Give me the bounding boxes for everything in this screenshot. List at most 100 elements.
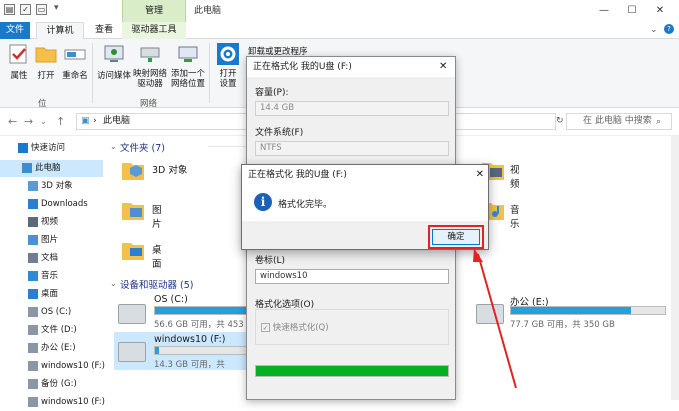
forward-icon[interactable]: →	[24, 115, 33, 128]
checkbox-icon: ✓	[261, 323, 270, 332]
sidebar-item[interactable]: Downloads	[0, 196, 103, 213]
document-icon	[28, 252, 38, 263]
app-icon: ▤	[4, 4, 15, 15]
back-icon[interactable]: ←	[8, 115, 17, 128]
rename-button[interactable]: 重命名	[57, 42, 93, 86]
sidebar-item-label: 此电脑	[35, 163, 61, 173]
volume-label: 卷标(L)	[255, 256, 286, 266]
sidebar-item[interactable]: 音乐	[0, 268, 103, 285]
sidebar-item[interactable]: 办公 (E:)	[0, 340, 103, 357]
ok-button[interactable]: 确定	[432, 229, 480, 245]
3d-objects-icon	[28, 180, 38, 191]
sidebar-item-label: 视频	[41, 217, 59, 227]
close-icon[interactable]: ✕	[646, 0, 674, 22]
ribbon-separator	[92, 43, 93, 103]
scrollbar[interactable]	[671, 136, 679, 400]
quick-access-dropdown-icon[interactable]: ▾	[54, 3, 59, 13]
add-network-location-button[interactable]: 添加一个网络位置	[170, 42, 206, 89]
sidebar-item[interactable]: 快速访问	[0, 140, 103, 157]
sidebar-item-label: 办公 (E:)	[41, 343, 76, 353]
network-location-icon	[178, 46, 198, 62]
sidebar-item-label: OS (C:)	[41, 307, 72, 317]
sidebar-item-label: 音乐	[41, 271, 59, 281]
sidebar-item-label: windows10 (F:)	[41, 361, 105, 371]
tab-computer[interactable]: 计算机	[36, 22, 84, 39]
context-tab-manage[interactable]: 管理	[122, 0, 186, 22]
network-drive-icon	[140, 47, 160, 62]
volume-label-input[interactable]: windows10	[255, 269, 449, 284]
refresh-icon[interactable]: ↻	[556, 116, 564, 126]
list-item[interactable]: 图片	[120, 198, 162, 230]
sidebar-item-label: 图片	[41, 235, 59, 245]
map-network-drive-button[interactable]: 映射网络驱动器	[132, 42, 168, 89]
path-segment[interactable]: 此电脑	[103, 114, 130, 129]
list-item[interactable]: 3D 对象	[120, 158, 187, 185]
sidebar-item[interactable]: 此电脑	[0, 160, 103, 177]
sidebar-item-label: 3D 对象	[41, 181, 73, 191]
format-dialog-title: 正在格式化 我的U盘 (F:)	[247, 57, 455, 77]
window-title: 此电脑	[194, 6, 222, 16]
format-complete-message: 格式化完毕。	[278, 200, 333, 210]
filesystem-select[interactable]: NTFS	[255, 141, 449, 156]
drive-icon	[28, 306, 38, 317]
sidebar-item-label: 桌面	[41, 289, 59, 299]
media-icon	[104, 45, 124, 62]
recent-dropdown-icon[interactable]: ⌄	[40, 117, 47, 126]
open-settings-button[interactable]: 打开设置	[210, 42, 246, 89]
minimize-icon[interactable]: —	[590, 0, 618, 22]
filesystem-label: 文件系统(F)	[255, 128, 304, 138]
quick-format-checkbox[interactable]: ✓ 快速格式化(Q)	[261, 321, 329, 333]
3d-objects-icon	[122, 163, 144, 180]
usb-drive-icon	[118, 342, 146, 362]
desktop-icon	[28, 288, 38, 299]
up-icon[interactable]: ↑	[56, 115, 65, 128]
close-icon[interactable]: ✕	[476, 165, 484, 185]
sidebar-item[interactable]: 视频	[0, 214, 103, 231]
sidebar-item-label: 备份 (G:)	[41, 379, 77, 389]
pictures-icon	[122, 203, 144, 220]
access-media-button[interactable]: 访问媒体	[96, 42, 132, 86]
sidebar-item-label: 文件 (D:)	[41, 325, 77, 335]
info-icon: i	[254, 193, 272, 211]
rename-icon	[64, 49, 86, 60]
tab-file[interactable]: 文件	[0, 22, 30, 39]
capacity-select[interactable]: 14.4 GB	[255, 101, 449, 116]
sidebar-item[interactable]: 文档	[0, 250, 103, 267]
sidebar-item[interactable]: windows10 (F:)	[0, 358, 105, 375]
drive-icon	[28, 324, 38, 335]
search-icon: ⌕	[656, 117, 662, 127]
drive-item-e[interactable]: 办公 (E:) 77.7 GB 可用，共 350 GB	[474, 294, 670, 332]
new-folder-quick-icon[interactable]: ▭	[36, 4, 47, 15]
video-icon	[28, 216, 38, 227]
sidebar-item[interactable]: 图片	[0, 232, 103, 249]
list-item[interactable]: 桌面	[120, 238, 162, 270]
sidebar-item[interactable]: windows10 (F:)	[0, 394, 105, 411]
drive-icon	[476, 304, 504, 324]
tab-view[interactable]: 查看	[88, 22, 120, 39]
help-icon[interactable]: ?	[664, 24, 674, 34]
sidebar-item[interactable]: 桌面	[0, 286, 103, 303]
folders-header[interactable]: 文件夹 (7)	[120, 140, 165, 154]
computer-icon	[22, 162, 32, 173]
devices-header[interactable]: 设备和驱动器 (5)	[120, 277, 193, 291]
sidebar-item[interactable]: OS (C:)	[0, 304, 103, 321]
collapse-icon[interactable]: ⌄	[110, 279, 117, 288]
folder-icon	[35, 47, 57, 63]
sidebar-item-label: windows10 (F:)	[41, 397, 105, 407]
sidebar-item[interactable]: 3D 对象	[0, 178, 103, 195]
collapse-icon[interactable]: ⌄	[110, 142, 117, 151]
download-icon	[28, 198, 38, 209]
properties-quick-icon[interactable]: ✓	[20, 4, 31, 15]
sidebar-item[interactable]: 文件 (D:)	[0, 322, 103, 339]
sidebar-item[interactable]: 备份 (G:)	[0, 376, 103, 393]
drive-icon	[28, 342, 38, 353]
pictures-icon	[28, 234, 38, 245]
ribbon-collapse-icon[interactable]: ⌄	[650, 25, 658, 35]
drive-usage-bar	[510, 306, 666, 315]
tab-drive-tools[interactable]: 驱动器工具	[122, 22, 186, 39]
music-icon	[28, 270, 38, 281]
format-complete-dialog: 正在格式化 我的U盘 (F:) ✕ i 格式化完毕。 确定	[241, 164, 489, 250]
maximize-icon[interactable]: ☐	[618, 0, 646, 22]
close-icon[interactable]: ✕	[439, 61, 447, 72]
usb-drive-icon	[28, 360, 38, 371]
